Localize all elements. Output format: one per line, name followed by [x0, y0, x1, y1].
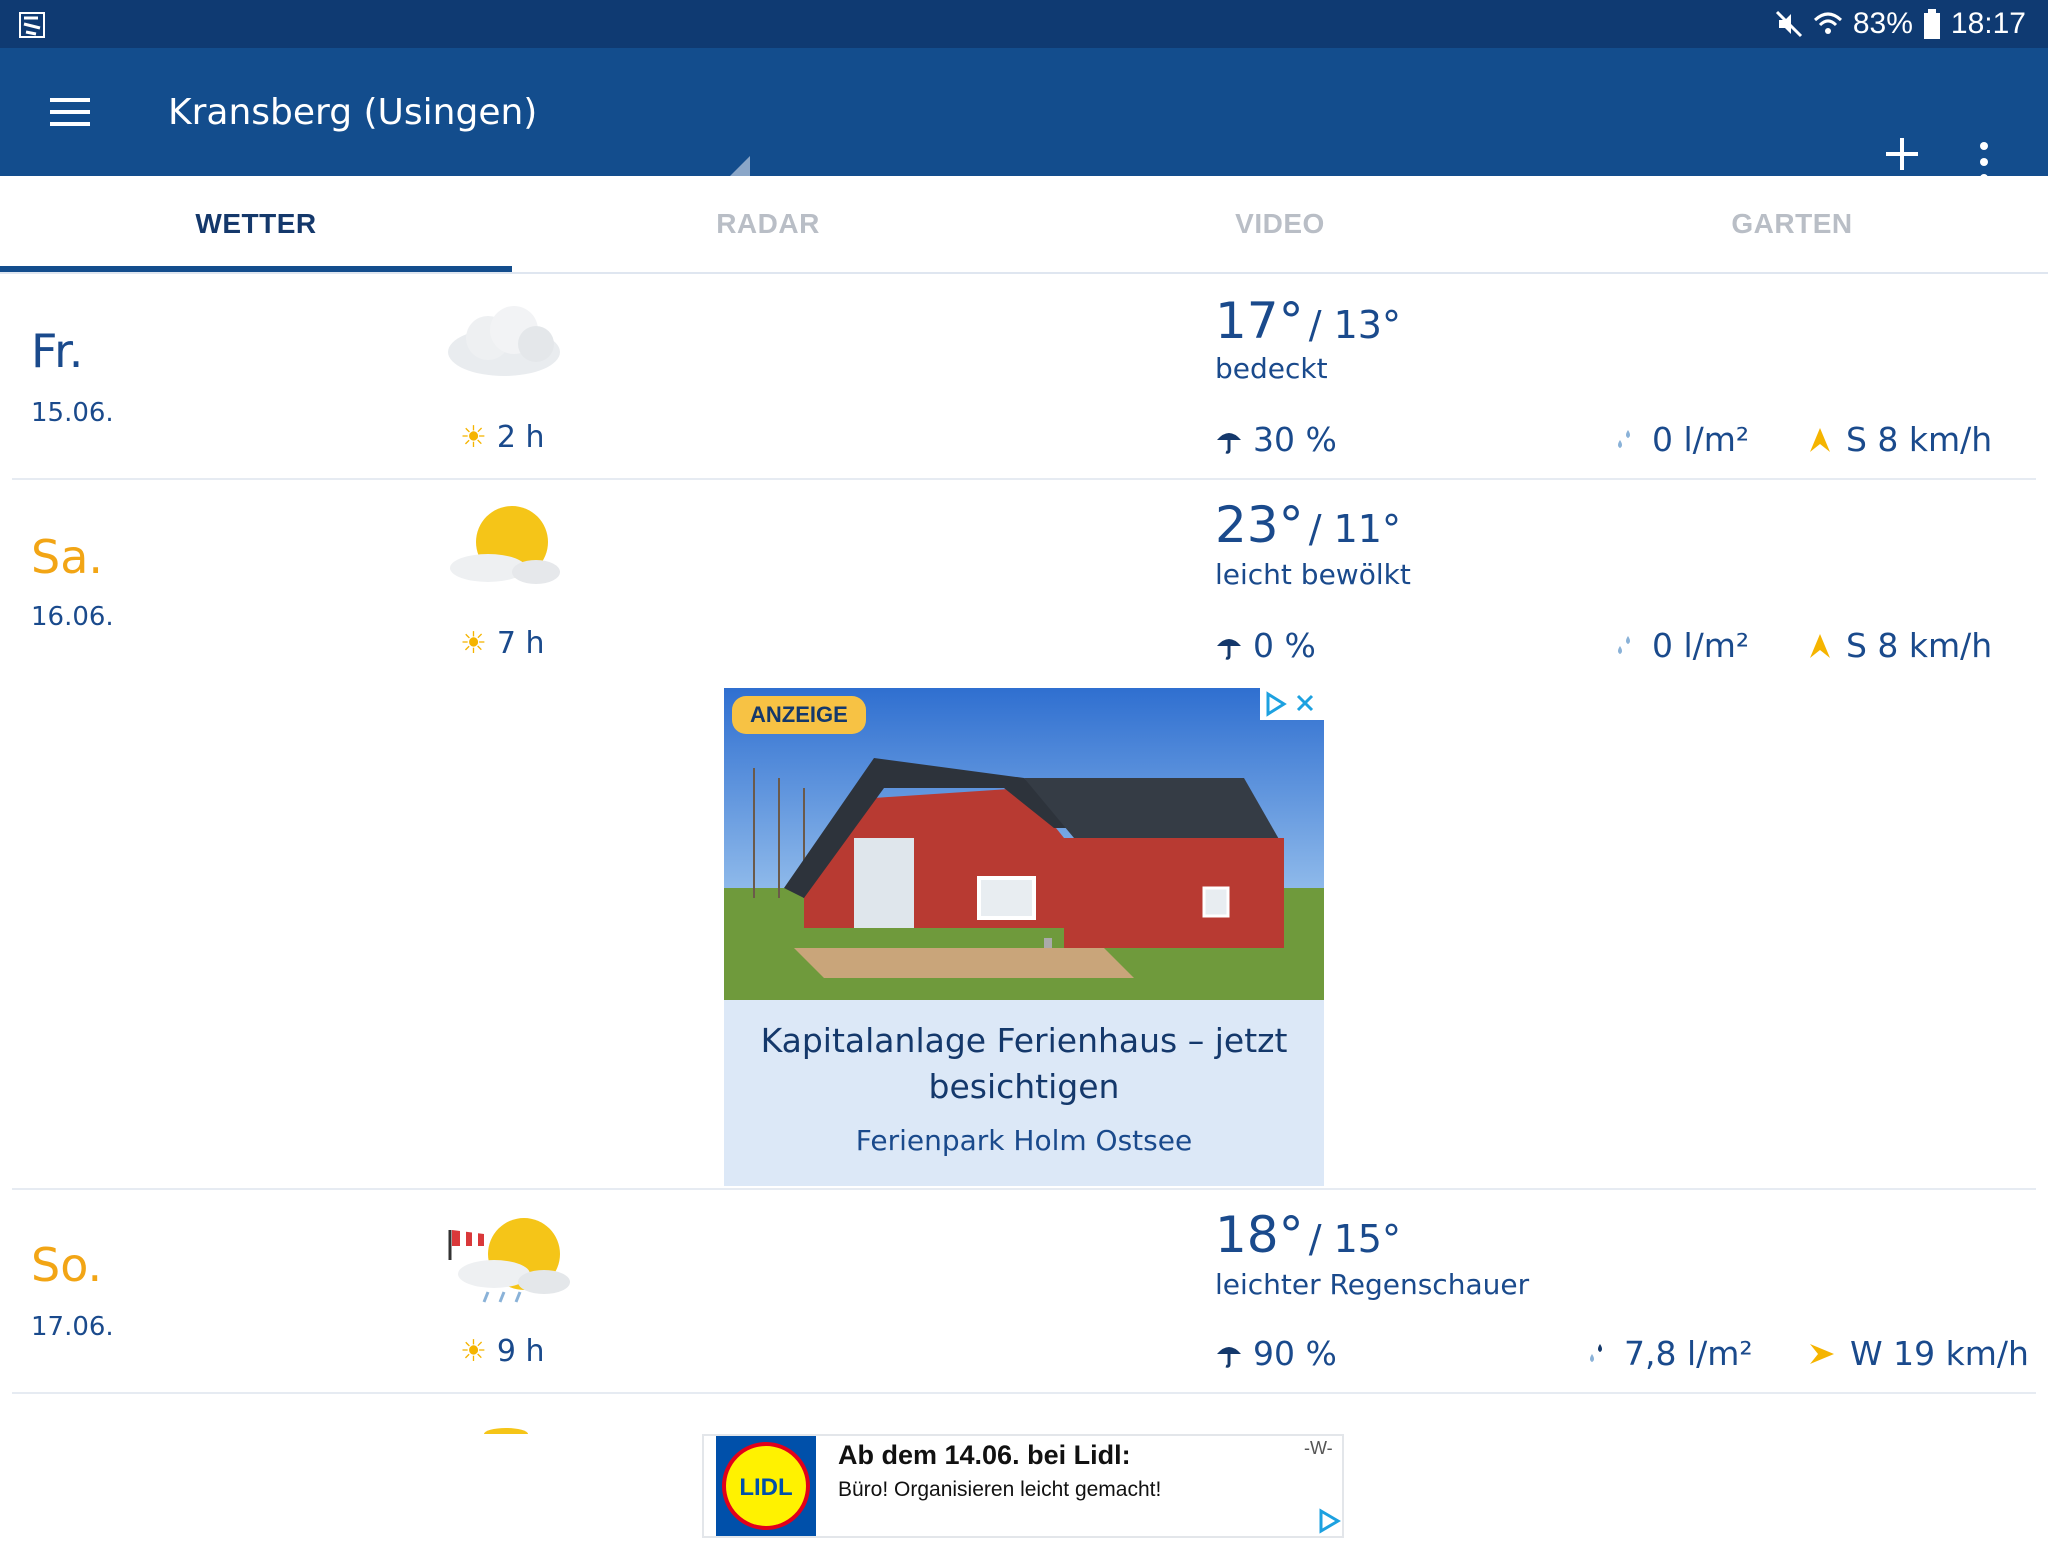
overcast-cloud-icon: [448, 306, 560, 376]
day-label: So.: [31, 1238, 103, 1292]
date-label: 17.06.: [31, 1312, 114, 1342]
tab-radar[interactable]: RADAR: [512, 176, 1024, 272]
notification-icon: [19, 12, 45, 38]
svg-text:LIDL: LIDL: [739, 1474, 792, 1501]
precip-probability: 0 %: [1215, 626, 1316, 665]
date-label: 15.06.: [31, 398, 114, 428]
raindrops-icon: [1590, 1343, 1602, 1362]
app-bar: Kransberg (Usingen): [0, 48, 2048, 182]
umbrella-icon: [1217, 1346, 1241, 1368]
tab-bar: WETTER RADAR VIDEO GARTEN: [0, 176, 2048, 274]
sun-icon: ☀: [460, 626, 487, 661]
sun-cloud-icon: [450, 506, 560, 584]
clock: 18:17: [1950, 7, 2026, 40]
add-location-icon[interactable]: [1886, 138, 1918, 170]
bottom-ad-mark: -W-: [1304, 1438, 1333, 1458]
precip-probability: 90 %: [1215, 1334, 1337, 1373]
forecast-row-fr[interactable]: Fr. 15.06. ☀ 2 h 17° / 13° bedeckt 30 % 0…: [12, 276, 2036, 480]
adchoices-icon[interactable]: [1260, 688, 1324, 720]
umbrella-icon: [1217, 432, 1241, 454]
sunshine-duration: ☀ 7 h: [460, 626, 545, 661]
umbrella-icon: [1217, 638, 1241, 660]
rain-amount: 0 l/m²: [1612, 420, 1749, 459]
battery-percent: 83%: [1852, 7, 1913, 40]
active-tab-indicator: [0, 266, 512, 272]
sun-icon: ☀: [460, 420, 487, 455]
wifi-icon: [1813, 12, 1842, 34]
tab-video[interactable]: VIDEO: [1024, 176, 1536, 272]
tab-garten[interactable]: GARTEN: [1536, 176, 2048, 272]
sunshine-duration: ☀ 2 h: [460, 420, 545, 455]
sun-icon: ☀: [460, 1334, 487, 1369]
day-label: Sa.: [31, 530, 104, 584]
ad-badge: ANZEIGE: [732, 696, 866, 734]
condition-text: leichter Regenschauer: [1215, 1268, 1530, 1301]
tab-wetter[interactable]: WETTER: [0, 176, 512, 272]
rain-amount: 0 l/m²: [1612, 626, 1749, 665]
adchoices-icon[interactable]: [1316, 1508, 1342, 1534]
status-bar: 83% 18:17: [0, 0, 2048, 48]
raindrops-icon: [1618, 429, 1630, 448]
location-selector[interactable]: Kransberg (Usingen): [168, 92, 537, 133]
forecast-row-partial[interactable]: [0, 1418, 2048, 1434]
wind-direction-icon: [1810, 633, 1830, 658]
wind-direction-icon: [1810, 427, 1830, 452]
wind-direction-icon: [1810, 1343, 1834, 1364]
bottom-ad-title[interactable]: Ab dem 14.06. bei Lidl:: [838, 1440, 1131, 1471]
condition-text: leicht bewölkt: [1215, 558, 1411, 591]
ad-headline[interactable]: Kapitalanlage Ferienhaus – jetzt besicht…: [744, 1018, 1304, 1110]
day-label: Fr.: [31, 324, 84, 378]
precip-probability: 30 %: [1215, 420, 1337, 459]
ad-house-image[interactable]: ANZEIGE: [724, 688, 1324, 1000]
temperature: 17° / 13°: [1215, 292, 1401, 350]
hamburger-menu-icon[interactable]: [50, 94, 90, 130]
sunshine-duration: ☀ 9 h: [460, 1334, 545, 1369]
temperature: 23° / 11°: [1215, 496, 1401, 554]
ad-sponsor[interactable]: Ferienpark Holm Ostsee: [724, 1124, 1324, 1157]
advertisement-banner[interactable]: ANZEIGE Kapitalanlage Ferienhaus – jetzt…: [724, 688, 1324, 1186]
battery-icon: [1923, 9, 1940, 39]
rain-amount: 7,8 l/m²: [1584, 1334, 1753, 1373]
temperature: 18° / 15°: [1215, 1206, 1401, 1264]
bottom-ad-text[interactable]: Büro! Organisieren leicht gemacht!: [838, 1478, 1161, 1502]
bottom-ad-banner[interactable]: LIDL Ab dem 14.06. bei Lidl: Büro! Organ…: [704, 1436, 1342, 1536]
sun-rain-wind-icon: [448, 1218, 570, 1303]
forecast-row-so[interactable]: So. 17.06. ☀ 9 h 18° / 15° leichter Regen…: [12, 1190, 2036, 1394]
wind-info: S 8 km/h: [1808, 626, 1992, 665]
wind-info: S 8 km/h: [1808, 420, 1992, 459]
lidl-logo[interactable]: LIDL: [716, 1436, 816, 1536]
wind-info: W 19 km/h: [1808, 1334, 2029, 1373]
date-label: 16.06.: [31, 602, 114, 632]
condition-text: bedeckt: [1215, 352, 1328, 385]
raindrops-icon: [1618, 635, 1630, 654]
mute-icon: [1775, 10, 1802, 38]
